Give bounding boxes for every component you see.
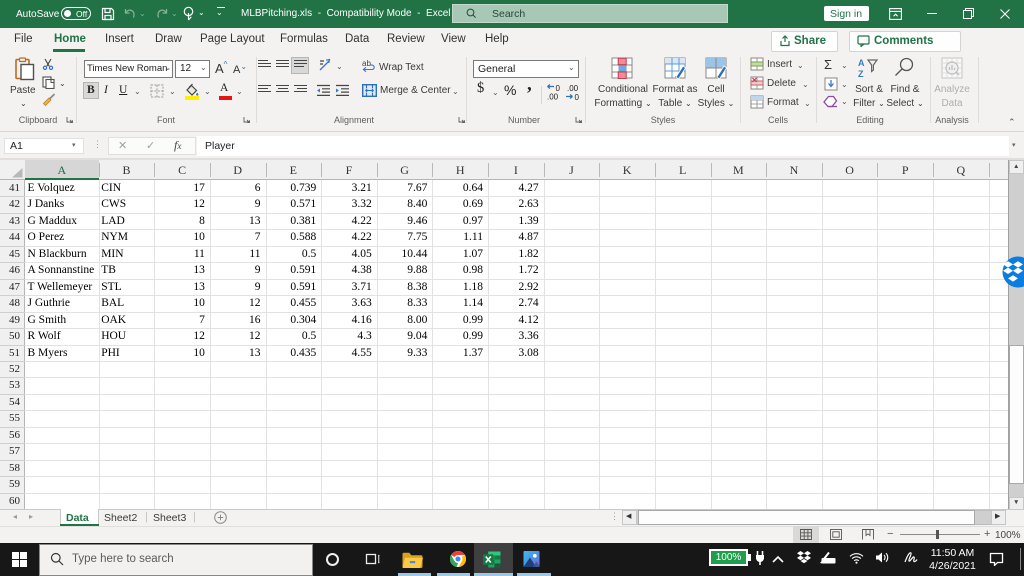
svg-text:0: 0 [575, 93, 580, 101]
svg-text:.00: .00 [547, 93, 559, 102]
svg-text:A: A [858, 58, 865, 68]
svg-text:.00: .00 [567, 84, 579, 93]
svg-text:Z: Z [858, 69, 864, 79]
svg-text:ab: ab [362, 59, 371, 68]
